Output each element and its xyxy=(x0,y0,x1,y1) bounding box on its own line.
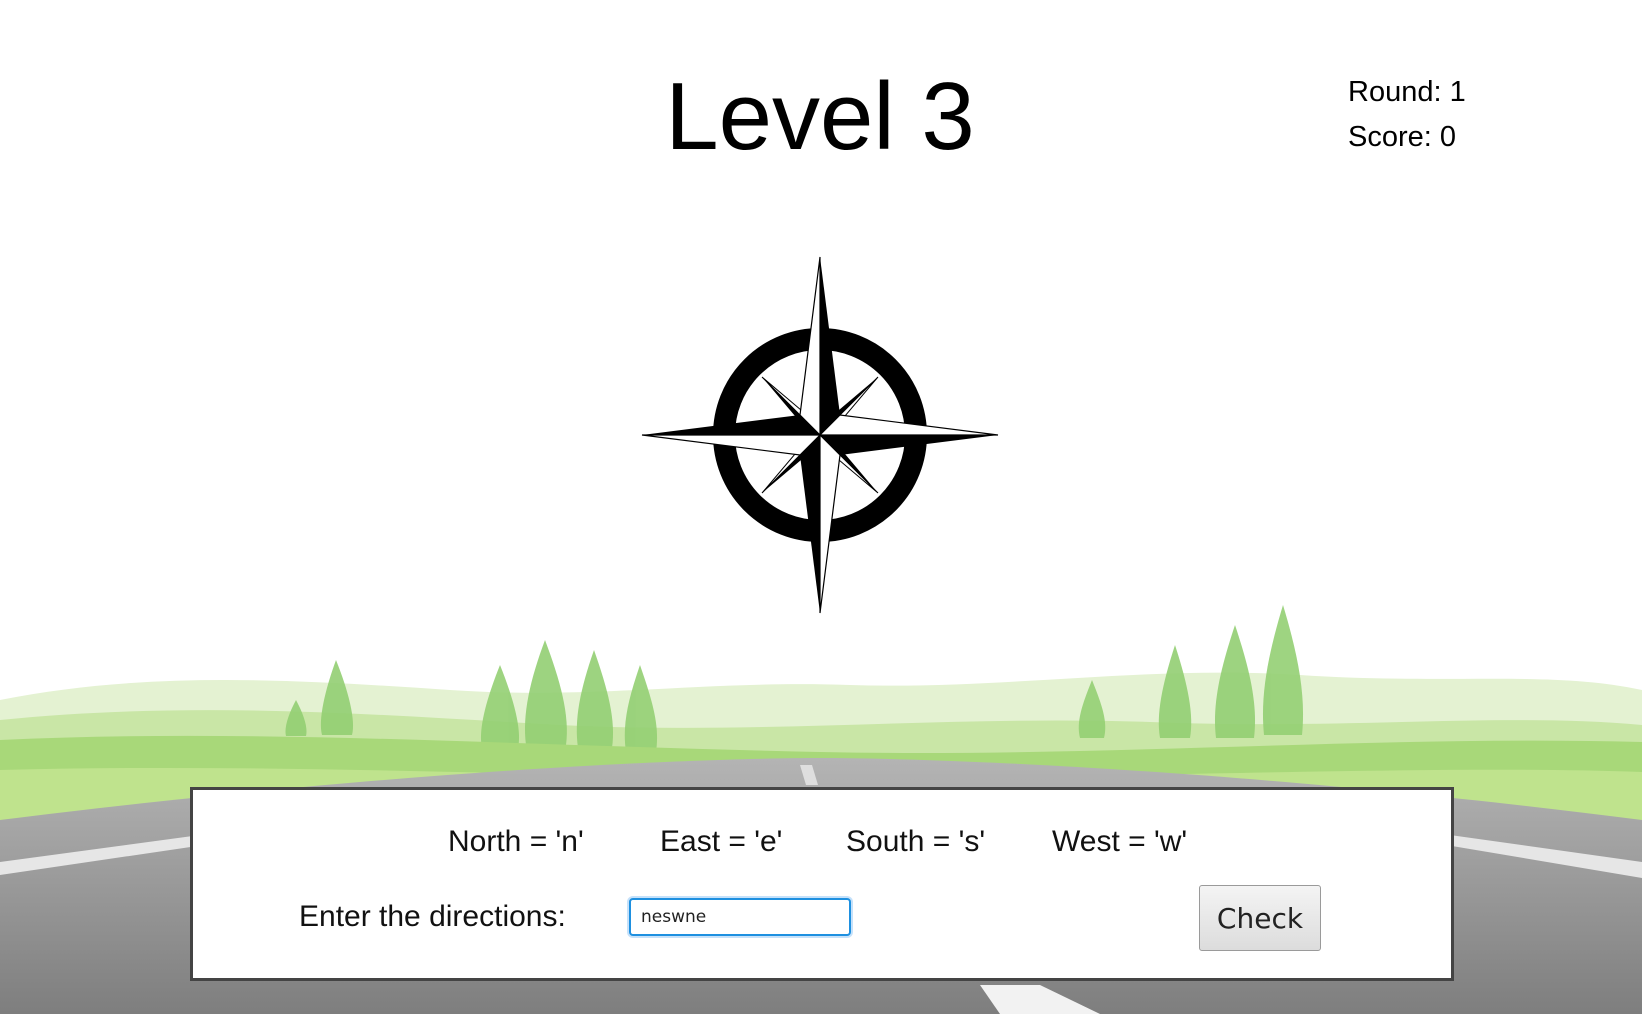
legend-west: West = 'w' xyxy=(1052,825,1188,858)
check-button[interactable]: Check xyxy=(1199,885,1321,951)
input-panel: North = 'n' East = 'e' South = 's' West … xyxy=(190,787,1454,981)
game-screen: Level 3 Round: 1 Score: 0 North = 'n' Ea… xyxy=(0,0,1642,1014)
directions-prompt: Enter the directions: xyxy=(299,900,566,933)
legend-east: East = 'e' xyxy=(660,825,783,858)
directions-input[interactable] xyxy=(629,898,851,936)
legend-south: South = 's' xyxy=(846,825,986,858)
score-counter: Score: 0 xyxy=(1348,121,1456,153)
legend-north: North = 'n' xyxy=(448,825,584,858)
compass-rose-icon xyxy=(641,256,999,614)
round-counter: Round: 1 xyxy=(1348,76,1466,108)
level-title: Level 3 xyxy=(665,63,975,170)
